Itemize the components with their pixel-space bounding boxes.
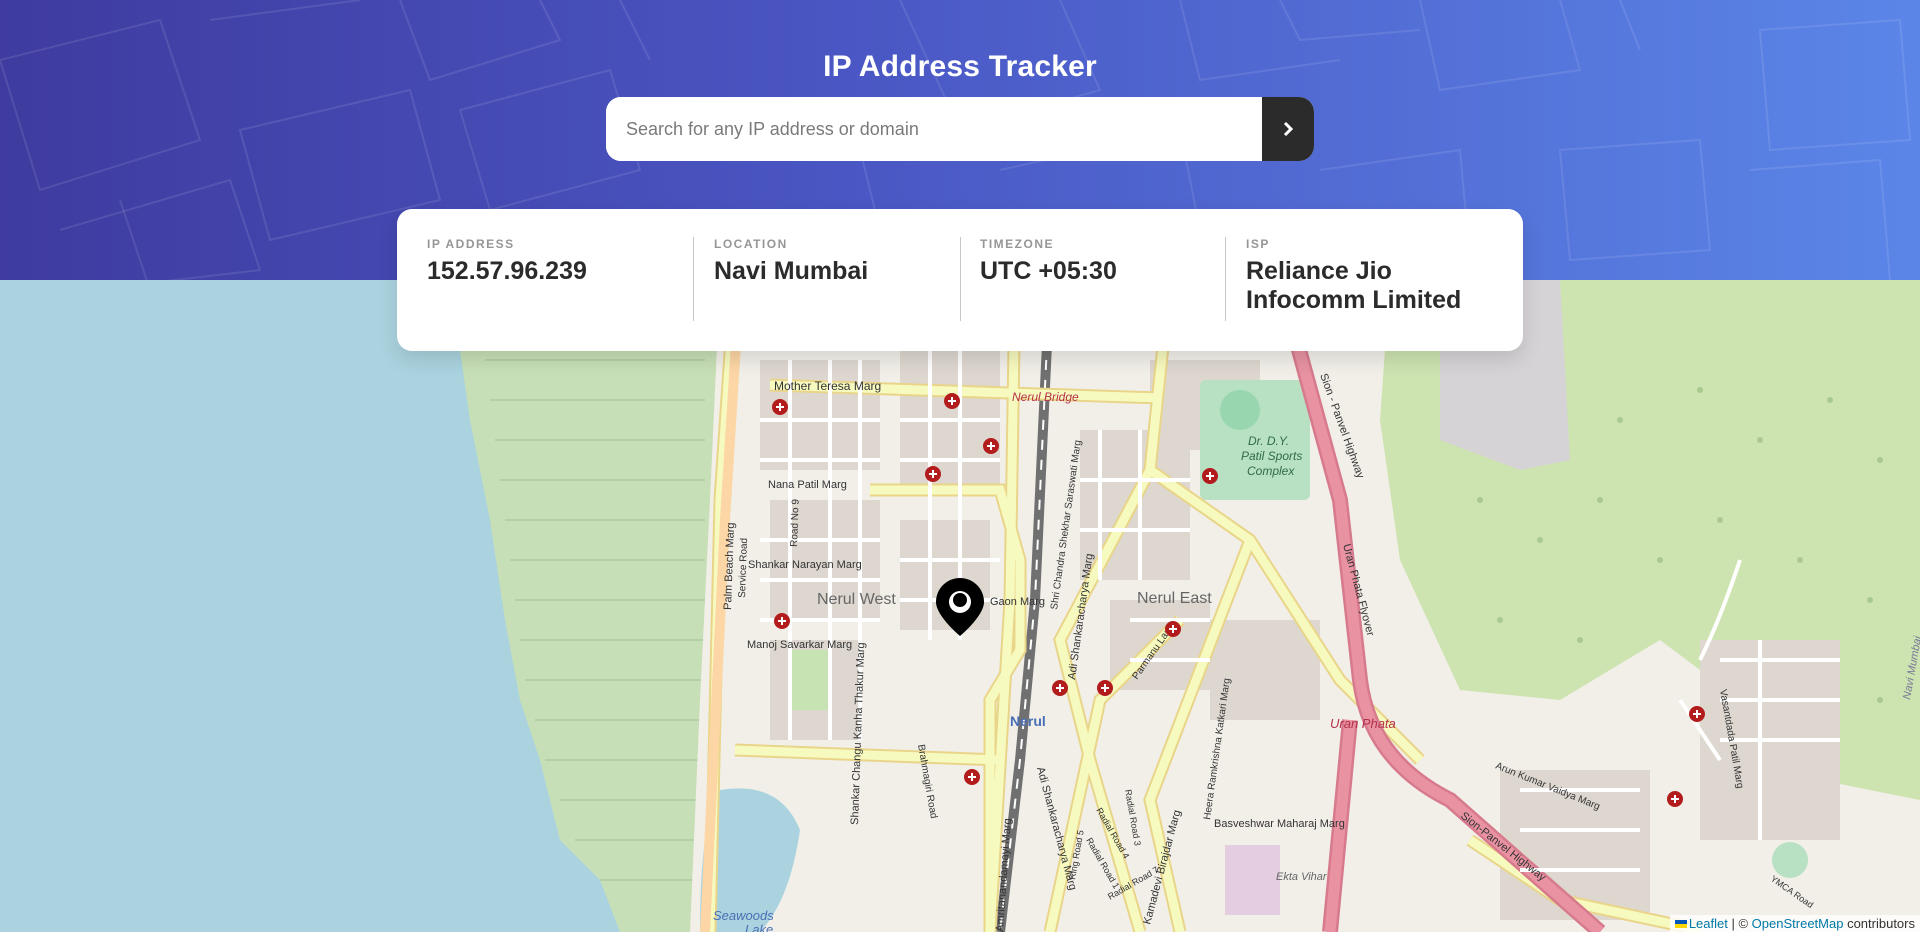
map-label-manoj-savarkar: Manoj Savarkar Marg <box>747 639 852 651</box>
map-label-ekta-vihar: Ekta Vihar <box>1276 871 1328 883</box>
map-label-dy-patil-1: Dr. D.Y. <box>1248 434 1289 448</box>
map-label-nerul-station: Nerul <box>1010 713 1046 729</box>
location-marker[interactable] <box>936 578 984 641</box>
map-label-uran-phata: Uran Phata <box>1330 716 1396 731</box>
map-attribution: Leaflet | © OpenStreetMap contributors <box>1669 915 1920 932</box>
location-pin-icon <box>936 578 984 636</box>
stat-ip-address: IP ADDRESS 152.57.96.239 <box>427 237 667 323</box>
map-label-nerul-east: Nerul East <box>1137 590 1212 607</box>
map-label-seawoods: Seawoods <box>713 908 774 923</box>
attribution-suffix: contributors <box>1843 916 1915 931</box>
search-submit-button[interactable] <box>1262 97 1314 161</box>
map-label-gaon: Gaon Marg <box>990 596 1045 608</box>
map-label-nerul-west: Nerul West <box>817 591 896 608</box>
ip-address-value: 152.57.96.239 <box>427 257 587 285</box>
map-label-dy-patil-2: Patil Sports <box>1241 449 1302 463</box>
map-label-mother-teresa: Mother Teresa Marg <box>774 379 881 393</box>
map-label-basveshwar: Basveshwar Maharaj Marg <box>1214 818 1345 830</box>
attribution-separator: | © <box>1727 916 1752 931</box>
map-label-nerul-bridge: Nerul Bridge <box>1012 390 1079 404</box>
openstreetmap-link[interactable]: OpenStreetMap <box>1752 916 1844 931</box>
search-form <box>606 97 1314 161</box>
page-title: IP Address Tracker <box>823 50 1097 84</box>
location-value: Navi Mumbai <box>714 257 869 285</box>
stat-divider <box>960 237 961 321</box>
stat-label: LOCATION <box>714 237 788 251</box>
stat-timezone: TIMEZONE UTC +05:30 <box>980 237 1210 323</box>
ip-info-card: IP ADDRESS 152.57.96.239 LOCATION Navi M… <box>397 209 1523 351</box>
stat-label: ISP <box>1246 237 1270 251</box>
leaflet-flag-icon <box>1674 920 1687 928</box>
stat-divider <box>693 237 694 321</box>
map-label-road-no9: Road No 9 <box>789 499 802 548</box>
isp-value: Reliance Jio Infocomm Limited <box>1246 257 1462 314</box>
map-label-dy-patil-3: Complex <box>1247 464 1295 478</box>
timezone-value: UTC +05:30 <box>980 257 1117 285</box>
stat-label: IP ADDRESS <box>427 237 515 251</box>
stat-isp: ISP Reliance Jio Infocomm Limited <box>1246 237 1506 323</box>
map-label-lake: Lake <box>745 922 773 932</box>
map-label-service-road: Service Road <box>737 538 750 598</box>
search-input[interactable] <box>606 97 1262 161</box>
map-label-shankar-narayan: Shankar Narayan Marg <box>748 559 862 571</box>
map-label-nana-patil: Nana Patil Marg <box>768 479 847 491</box>
stat-divider <box>1225 237 1226 321</box>
stat-label: TIMEZONE <box>980 237 1054 251</box>
leaflet-link[interactable]: Leaflet <box>1689 916 1728 931</box>
chevron-right-icon <box>1283 122 1293 136</box>
stat-location: LOCATION Navi Mumbai <box>714 237 944 323</box>
